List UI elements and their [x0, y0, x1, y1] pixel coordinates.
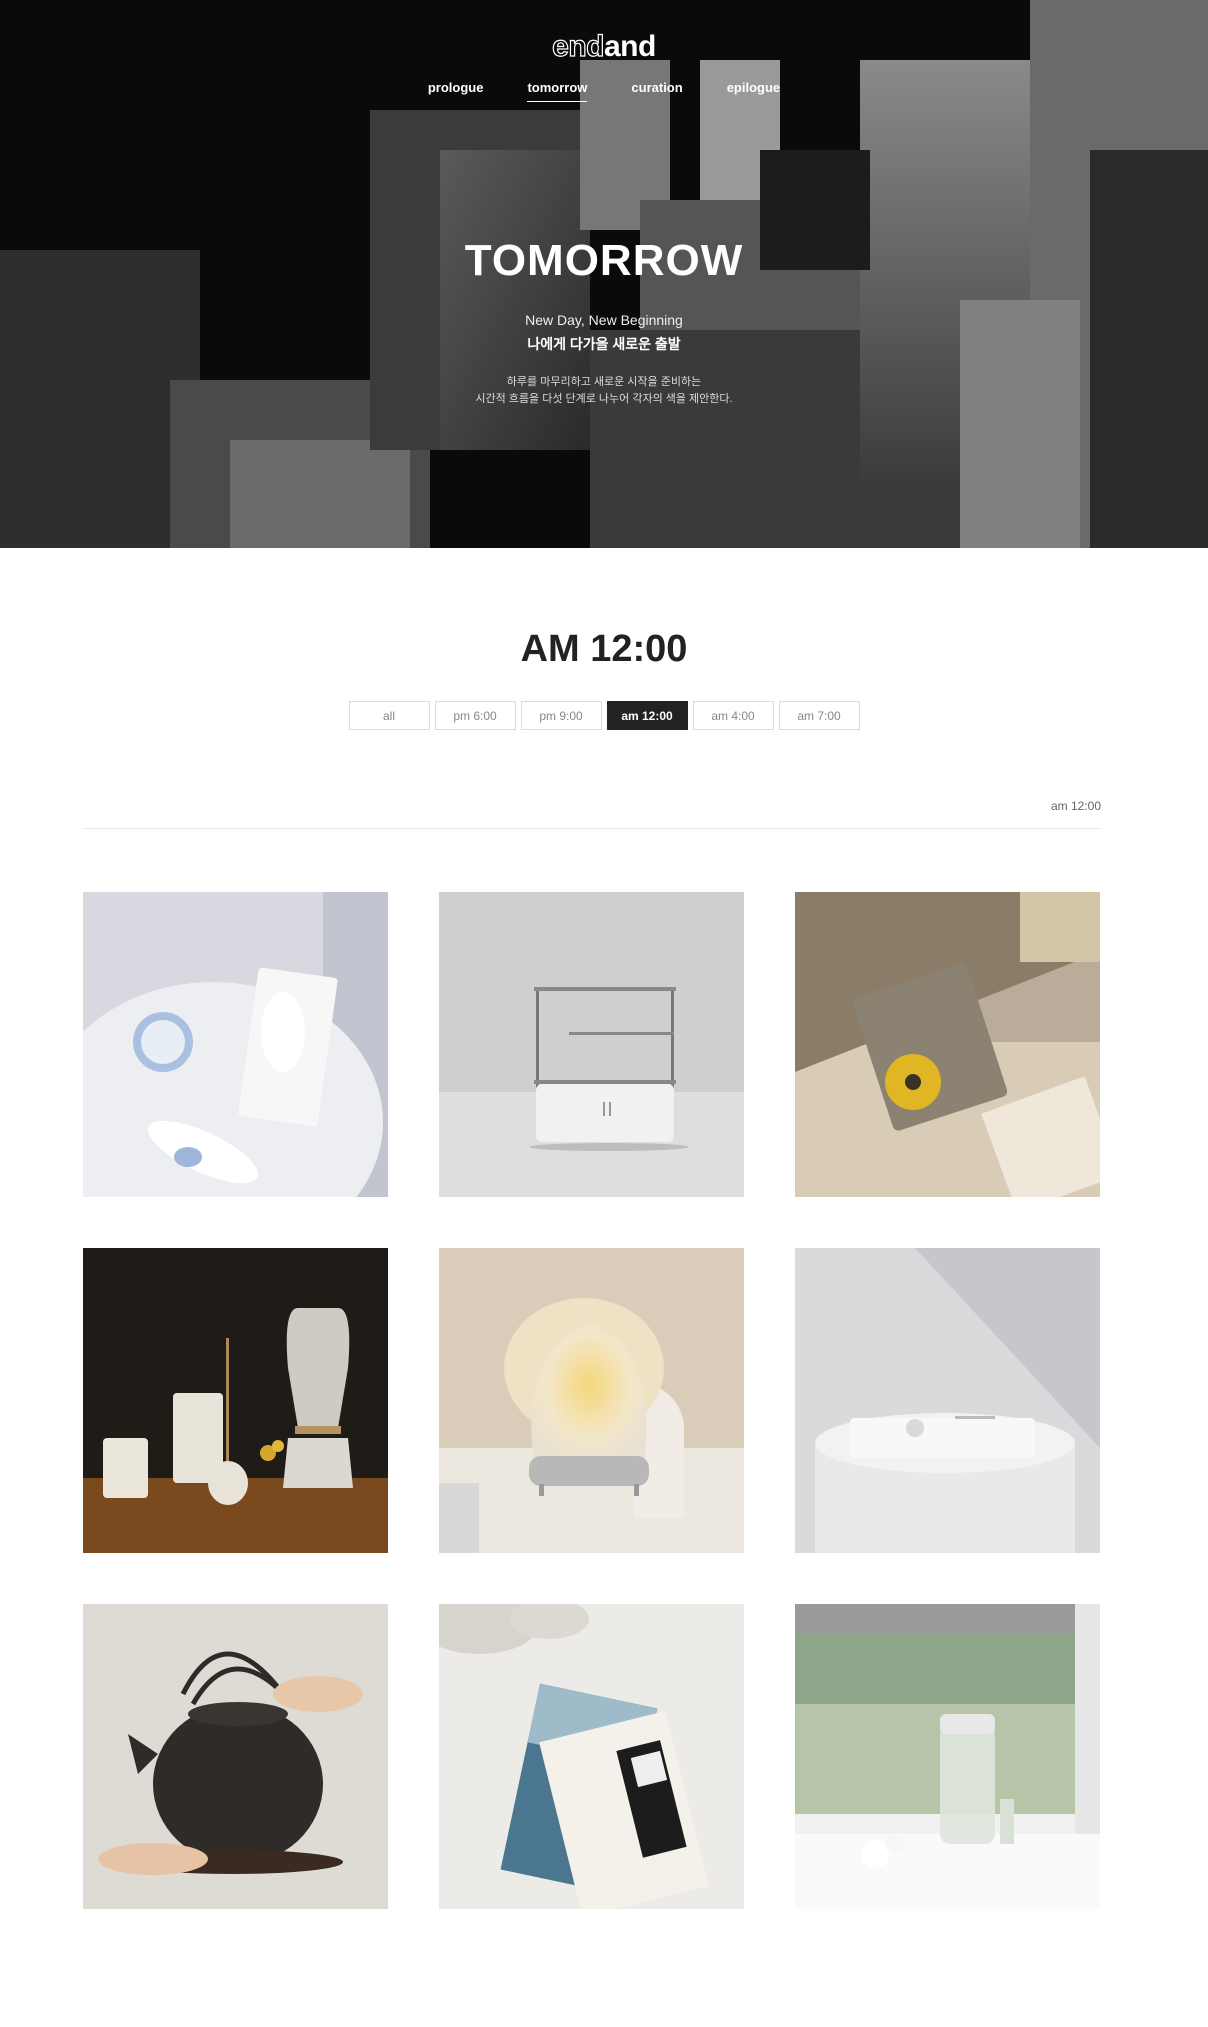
product-image-turntable: [795, 1248, 1100, 1553]
time-filter-tabs: all pm 6:00 pm 9:00 am 12:00 am 4:00 am …: [0, 701, 1208, 730]
hero-title: TOMORROW: [464, 236, 744, 285]
product-image-humidifier: [795, 1604, 1100, 1909]
hero-subtitle-ko: 나에게 다가올 새로운 출발: [527, 336, 681, 352]
product-tile[interactable]: [439, 1604, 744, 1909]
filter-tab-all[interactable]: all: [348, 701, 430, 730]
product-tile[interactable]: [795, 892, 1100, 1197]
product-grid: [83, 892, 1101, 1909]
divider: [83, 828, 1101, 829]
product-tile[interactable]: [83, 1248, 388, 1553]
product-image-postcards: [439, 1604, 744, 1909]
brand-logo[interactable]: endand: [0, 29, 1208, 64]
product-image-cd-player: [795, 892, 1100, 1197]
section-title: AM 12:00: [520, 628, 688, 670]
filter-tab-pm-9[interactable]: pm 9:00: [520, 701, 602, 730]
product-tile[interactable]: [795, 1248, 1100, 1553]
hero-description: 하루를 마무리하고 새로운 시작을 준비하는 시간적 흐름을 다섯 단계로 나누…: [0, 374, 1208, 408]
hero-banner: endand prologue tomorrow curation epilog…: [0, 0, 1208, 548]
main-nav: prologue tomorrow curation epilogue: [0, 80, 1208, 102]
hero-subtitle-en: New Day, New Beginning: [525, 312, 683, 328]
nav-item-curation[interactable]: curation: [631, 80, 682, 102]
nav-item-prologue[interactable]: prologue: [428, 80, 484, 102]
product-image-teapot: [83, 1604, 388, 1909]
logo-outline-text: end: [552, 29, 606, 63]
product-tile[interactable]: [83, 892, 388, 1197]
filter-tab-am-7[interactable]: am 7:00: [778, 701, 860, 730]
breadcrumb: am 12:00: [1050, 799, 1101, 813]
filter-tab-am-12[interactable]: am 12:00: [606, 701, 688, 730]
product-image-shelf: [439, 892, 744, 1197]
logo-solid-text: and: [604, 30, 656, 63]
hero-description-line-1: 하루를 마무리하고 새로운 시작을 준비하는: [506, 376, 702, 388]
filter-tab-am-4[interactable]: am 4:00: [692, 701, 774, 730]
product-tile[interactable]: [83, 1604, 388, 1909]
product-tile[interactable]: [795, 1604, 1100, 1909]
filter-tab-pm-6[interactable]: pm 6:00: [434, 701, 516, 730]
product-tile[interactable]: [439, 1248, 744, 1553]
product-image-tea-set: [83, 1248, 388, 1553]
product-tile[interactable]: [439, 892, 744, 1197]
nav-item-epilogue[interactable]: epilogue: [727, 80, 780, 102]
product-image-facial-device: [83, 892, 388, 1197]
hero-description-line-2: 시간적 흐름을 다섯 단계로 나누어 각자의 색을 제안한다.: [475, 393, 733, 405]
product-image-mood-lamp: [439, 1248, 744, 1553]
nav-item-tomorrow[interactable]: tomorrow: [527, 80, 588, 102]
